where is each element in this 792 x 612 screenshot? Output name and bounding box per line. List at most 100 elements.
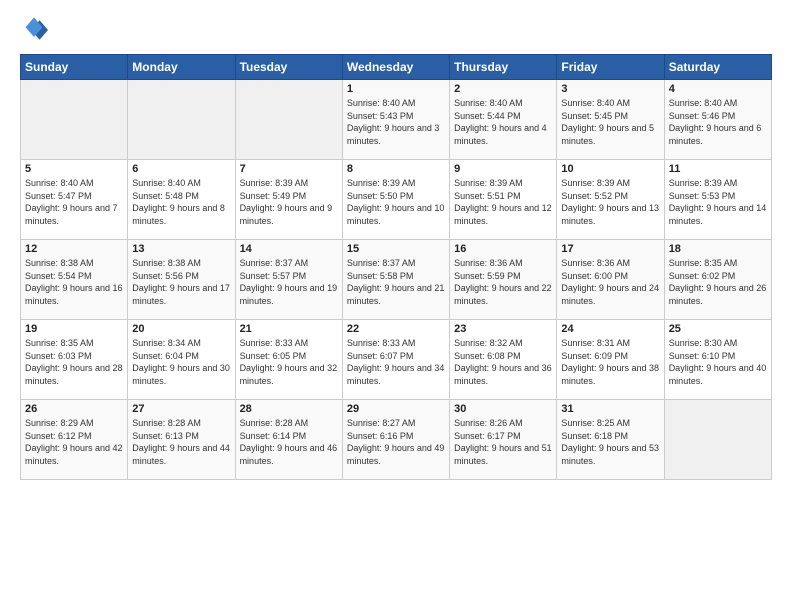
day-info: Sunrise: 8:35 AMSunset: 6:02 PMDaylight:… (669, 257, 767, 307)
day-cell: 13 Sunrise: 8:38 AMSunset: 5:56 PMDayligh… (128, 240, 235, 320)
day-number: 30 (454, 403, 552, 415)
day-cell: 11 Sunrise: 8:39 AMSunset: 5:53 PMDayligh… (664, 160, 771, 240)
day-cell: 10Sunrise: 8:39 AMSunset: 5:52 PMDayligh… (557, 160, 664, 240)
day-cell: 25 Sunrise: 8:30 AMSunset: 6:10 PMDayligh… (664, 320, 771, 400)
week-row-3: 12 Sunrise: 8:38 AMSunset: 5:54 PMDayligh… (21, 240, 772, 320)
day-info: Sunrise: 8:36 AMSunset: 5:59 PMDaylight:… (454, 257, 552, 307)
day-info: Sunrise: 8:33 AMSunset: 6:05 PMDaylight:… (240, 337, 338, 387)
day-info: Sunrise: 8:29 AMSunset: 6:12 PMDaylight:… (25, 417, 123, 467)
weekday-header-sunday: Sunday (21, 55, 128, 80)
day-info: Sunrise: 8:40 AMSunset: 5:46 PMDaylight:… (669, 97, 767, 147)
day-cell: 24 Sunrise: 8:31 AMSunset: 6:09 PMDayligh… (557, 320, 664, 400)
day-cell: 31 Sunrise: 8:25 AMSunset: 6:18 PMDayligh… (557, 400, 664, 480)
day-number: 3 (561, 83, 659, 95)
day-number: 28 (240, 403, 338, 415)
day-number: 22 (347, 323, 445, 335)
day-number: 14 (240, 243, 338, 255)
day-info: Sunrise: 8:40 AMSunset: 5:48 PMDaylight:… (132, 177, 230, 227)
day-cell: 14 Sunrise: 8:37 AMSunset: 5:57 PMDayligh… (235, 240, 342, 320)
weekday-header-monday: Monday (128, 55, 235, 80)
day-number: 29 (347, 403, 445, 415)
day-cell (21, 80, 128, 160)
page: SundayMondayTuesdayWednesdayThursdayFrid… (0, 0, 792, 612)
weekday-header-tuesday: Tuesday (235, 55, 342, 80)
day-info: Sunrise: 8:40 AMSunset: 5:45 PMDaylight:… (561, 97, 659, 147)
day-cell: 7 Sunrise: 8:39 AMSunset: 5:49 PMDaylight… (235, 160, 342, 240)
logo (20, 16, 52, 44)
day-number: 25 (669, 323, 767, 335)
weekday-header-wednesday: Wednesday (342, 55, 449, 80)
day-number: 12 (25, 243, 123, 255)
day-number: 20 (132, 323, 230, 335)
day-cell: 18Sunrise: 8:35 AMSunset: 6:02 PMDayligh… (664, 240, 771, 320)
logo-icon (20, 16, 48, 44)
day-info: Sunrise: 8:39 AMSunset: 5:49 PMDaylight:… (240, 177, 338, 227)
day-number: 5 (25, 163, 123, 175)
week-row-5: 26 Sunrise: 8:29 AMSunset: 6:12 PMDayligh… (21, 400, 772, 480)
day-info: Sunrise: 8:31 AMSunset: 6:09 PMDaylight:… (561, 337, 659, 387)
day-info: Sunrise: 8:26 AMSunset: 6:17 PMDaylight:… (454, 417, 552, 467)
day-number: 17 (561, 243, 659, 255)
day-cell: 3 Sunrise: 8:40 AMSunset: 5:45 PMDaylight… (557, 80, 664, 160)
day-info: Sunrise: 8:39 AMSunset: 5:52 PMDaylight:… (561, 177, 659, 227)
day-cell: 4Sunrise: 8:40 AMSunset: 5:46 PMDaylight… (664, 80, 771, 160)
day-cell: 28 Sunrise: 8:28 AMSunset: 6:14 PMDayligh… (235, 400, 342, 480)
day-number: 26 (25, 403, 123, 415)
day-info: Sunrise: 8:32 AMSunset: 6:08 PMDaylight:… (454, 337, 552, 387)
day-cell: 15 Sunrise: 8:37 AMSunset: 5:58 PMDayligh… (342, 240, 449, 320)
day-number: 11 (669, 163, 767, 175)
day-number: 21 (240, 323, 338, 335)
day-number: 31 (561, 403, 659, 415)
day-info: Sunrise: 8:39 AMSunset: 5:53 PMDaylight:… (669, 177, 767, 227)
day-info: Sunrise: 8:38 AMSunset: 5:56 PMDaylight:… (132, 257, 230, 307)
day-cell: 29 Sunrise: 8:27 AMSunset: 6:16 PMDayligh… (342, 400, 449, 480)
day-cell: 2 Sunrise: 8:40 AMSunset: 5:44 PMDaylight… (450, 80, 557, 160)
day-info: Sunrise: 8:28 AMSunset: 6:13 PMDaylight:… (132, 417, 230, 467)
day-cell (664, 400, 771, 480)
weekday-header-saturday: Saturday (664, 55, 771, 80)
day-number: 27 (132, 403, 230, 415)
header (20, 16, 772, 44)
day-cell: 23 Sunrise: 8:32 AMSunset: 6:08 PMDayligh… (450, 320, 557, 400)
week-row-1: 1 Sunrise: 8:40 AMSunset: 5:43 PMDaylight… (21, 80, 772, 160)
day-cell: 6Sunrise: 8:40 AMSunset: 5:48 PMDaylight… (128, 160, 235, 240)
day-cell: 9Sunrise: 8:39 AMSunset: 5:51 PMDaylight… (450, 160, 557, 240)
day-number: 19 (25, 323, 123, 335)
day-info: Sunrise: 8:40 AMSunset: 5:43 PMDaylight:… (347, 97, 445, 147)
weekday-header-row: SundayMondayTuesdayWednesdayThursdayFrid… (21, 55, 772, 80)
day-info: Sunrise: 8:36 AMSunset: 6:00 PMDaylight:… (561, 257, 659, 307)
day-info: Sunrise: 8:37 AMSunset: 5:57 PMDaylight:… (240, 257, 338, 307)
week-row-2: 5Sunrise: 8:40 AMSunset: 5:47 PMDaylight… (21, 160, 772, 240)
day-info: Sunrise: 8:28 AMSunset: 6:14 PMDaylight:… (240, 417, 338, 467)
day-cell: 5Sunrise: 8:40 AMSunset: 5:47 PMDaylight… (21, 160, 128, 240)
day-number: 23 (454, 323, 552, 335)
day-info: Sunrise: 8:35 AMSunset: 6:03 PMDaylight:… (25, 337, 123, 387)
day-number: 13 (132, 243, 230, 255)
day-info: Sunrise: 8:27 AMSunset: 6:16 PMDaylight:… (347, 417, 445, 467)
day-number: 24 (561, 323, 659, 335)
day-cell: 1 Sunrise: 8:40 AMSunset: 5:43 PMDaylight… (342, 80, 449, 160)
day-info: Sunrise: 8:37 AMSunset: 5:58 PMDaylight:… (347, 257, 445, 307)
day-number: 7 (240, 163, 338, 175)
day-cell: 26 Sunrise: 8:29 AMSunset: 6:12 PMDayligh… (21, 400, 128, 480)
day-cell: 17 Sunrise: 8:36 AMSunset: 6:00 PMDayligh… (557, 240, 664, 320)
day-cell: 21 Sunrise: 8:33 AMSunset: 6:05 PMDayligh… (235, 320, 342, 400)
day-number: 1 (347, 83, 445, 95)
day-cell: 19 Sunrise: 8:35 AMSunset: 6:03 PMDayligh… (21, 320, 128, 400)
weekday-header-friday: Friday (557, 55, 664, 80)
day-info: Sunrise: 8:30 AMSunset: 6:10 PMDaylight:… (669, 337, 767, 387)
day-number: 8 (347, 163, 445, 175)
day-info: Sunrise: 8:38 AMSunset: 5:54 PMDaylight:… (25, 257, 123, 307)
day-info: Sunrise: 8:33 AMSunset: 6:07 PMDaylight:… (347, 337, 445, 387)
day-cell: 27 Sunrise: 8:28 AMSunset: 6:13 PMDayligh… (128, 400, 235, 480)
day-number: 2 (454, 83, 552, 95)
day-cell: 12 Sunrise: 8:38 AMSunset: 5:54 PMDayligh… (21, 240, 128, 320)
day-cell (128, 80, 235, 160)
day-cell (235, 80, 342, 160)
day-number: 9 (454, 163, 552, 175)
day-number: 15 (347, 243, 445, 255)
day-info: Sunrise: 8:40 AMSunset: 5:44 PMDaylight:… (454, 97, 552, 147)
day-cell: 20Sunrise: 8:34 AMSunset: 6:04 PMDayligh… (128, 320, 235, 400)
weekday-header-thursday: Thursday (450, 55, 557, 80)
day-info: Sunrise: 8:25 AMSunset: 6:18 PMDaylight:… (561, 417, 659, 467)
